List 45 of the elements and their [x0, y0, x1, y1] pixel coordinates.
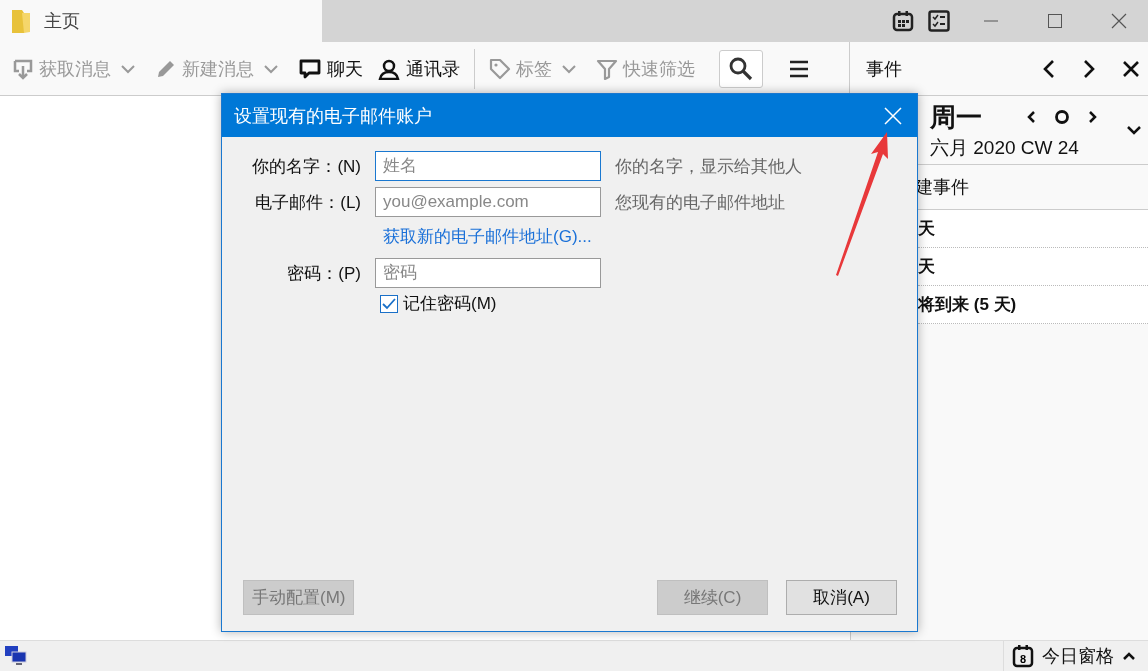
close-button[interactable] — [884, 106, 902, 125]
tab-title: 主页 — [44, 10, 80, 33]
chat-icon — [298, 57, 322, 80]
search-button[interactable] — [719, 49, 763, 88]
folder-icon — [10, 8, 32, 34]
month-week-label: 六月 2020 CW 24 — [930, 135, 1080, 160]
next-icon[interactable] — [1082, 58, 1096, 79]
field-label: 你的名字：(N) — [251, 155, 361, 178]
today-pane-button[interactable]: 8 今日窗格 — [1003, 641, 1144, 671]
previous-day-icon[interactable] — [1026, 110, 1036, 124]
get-new-address-link[interactable]: 获取新的电子邮件地址(G)... — [375, 223, 601, 252]
dialog-title: 设置现有的电子邮件账户 — [234, 104, 432, 128]
field-hint: 您现有的电子邮件地址 — [615, 191, 786, 214]
toolbar-button[interactable]: 通讯录 — [373, 52, 464, 85]
filter-icon — [596, 57, 618, 80]
chevron-up-icon — [1122, 651, 1136, 661]
input-field[interactable]: 密码 — [375, 258, 601, 288]
event-section-header[interactable]: 天 — [918, 255, 935, 278]
person-icon — [377, 57, 401, 80]
remember-password-checkbox[interactable] — [380, 294, 398, 313]
weekday-label: 周一 — [930, 100, 982, 134]
event-section-header[interactable]: 天 — [918, 217, 935, 240]
tag-icon — [489, 57, 511, 80]
remember-password-label: 记住密码(M) — [403, 293, 497, 315]
chevron-down-icon[interactable] — [1126, 125, 1142, 135]
download-icon — [12, 57, 34, 80]
input-field[interactable]: you@example.com — [375, 187, 601, 217]
previous-icon[interactable] — [1042, 58, 1056, 79]
dialog-button[interactable]: 取消(A) — [786, 580, 897, 615]
field-hint: 你的名字，显示给其他人 — [615, 155, 803, 178]
calendar-day-icon: 8 — [1012, 644, 1034, 668]
field-label: 密码：(P) — [286, 262, 361, 285]
close-icon[interactable] — [1122, 59, 1140, 78]
toolbar-button[interactable]: 聊天 — [294, 52, 367, 85]
calendar-icon[interactable] — [892, 10, 914, 32]
input-field[interactable]: 姓名 — [375, 151, 601, 181]
today-circle-icon[interactable] — [1054, 109, 1070, 125]
menu-icon[interactable] — [789, 59, 809, 78]
events-title: 事件 — [866, 57, 903, 81]
network-icon — [4, 645, 28, 667]
search-icon — [728, 55, 754, 82]
next-day-icon[interactable] — [1088, 110, 1098, 124]
home-tab[interactable]: 主页 — [0, 0, 322, 42]
task-list-icon[interactable] — [928, 10, 950, 32]
field-label: 电子邮件：(L) — [254, 191, 361, 214]
